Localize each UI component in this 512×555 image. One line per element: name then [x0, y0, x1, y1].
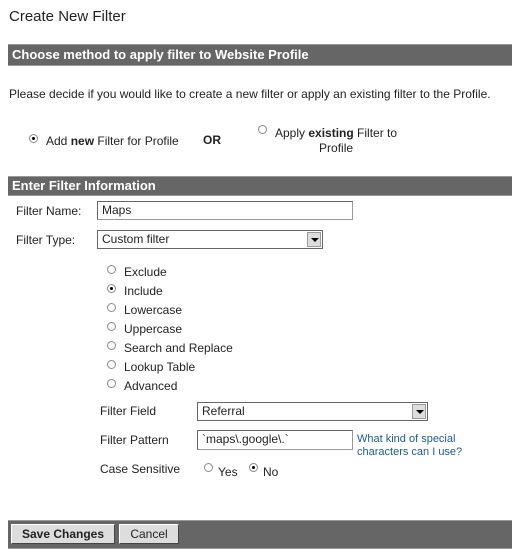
filter-type-option-label: Uppercase	[124, 322, 183, 336]
radio-filter-type[interactable]	[107, 360, 116, 369]
filter-type-select[interactable]: Custom filter	[97, 230, 323, 249]
apply-existing-label: Apply existing Filter to Profile	[275, 126, 398, 155]
filter-pattern-label: Filter Pattern	[100, 433, 169, 447]
filter-name-input[interactable]: Maps	[97, 201, 353, 220]
case-yes-label: Yes	[218, 465, 238, 479]
cancel-button[interactable]: Cancel	[119, 524, 179, 544]
case-sensitive-label: Case Sensitive	[100, 462, 181, 476]
save-changes-button[interactable]: Save Changes	[11, 524, 115, 544]
filter-type-option-label: Include	[124, 284, 163, 298]
chevron-down-icon[interactable]	[307, 232, 321, 247]
filter-field-select[interactable]: Referral	[197, 402, 428, 421]
chevron-down-icon[interactable]	[412, 404, 426, 419]
filter-field-value: Referral	[202, 404, 245, 418]
filter-type-value: Custom filter	[102, 232, 170, 246]
radio-filter-type[interactable]	[107, 322, 116, 331]
filter-type-option-label: Exclude	[124, 265, 167, 279]
section-header-filter-info: Enter Filter Information	[8, 176, 512, 196]
filter-field-label: Filter Field	[100, 404, 157, 418]
filter-pattern-input[interactable]: `maps\.google\.`	[197, 430, 353, 450]
add-new-label: Add new Filter for Profile	[46, 134, 179, 148]
filter-type-label: Filter Type:	[16, 233, 76, 247]
radio-filter-type[interactable]	[107, 284, 116, 293]
radio-filter-type[interactable]	[107, 303, 116, 312]
filter-name-label: Filter Name:	[16, 204, 82, 218]
or-label: OR	[203, 133, 221, 147]
radio-apply-existing[interactable]	[258, 125, 267, 134]
radio-add-new[interactable]	[29, 134, 38, 143]
section-header-method: Choose method to apply filter to Website…	[8, 44, 512, 66]
method-description: Please decide if you would like to creat…	[9, 87, 491, 101]
radio-filter-type[interactable]	[107, 341, 116, 350]
radio-case-no[interactable]	[249, 463, 258, 472]
special-characters-help-link[interactable]: What kind of special characters can I us…	[357, 433, 507, 459]
radio-filter-type[interactable]	[107, 379, 116, 388]
filter-type-option-label: Advanced	[124, 379, 178, 393]
filter-type-option-label: Lookup Table	[124, 360, 196, 374]
case-no-label: No	[263, 465, 279, 479]
filter-type-option-label: Search and Replace	[124, 341, 233, 355]
radio-filter-type[interactable]	[107, 265, 116, 274]
filter-type-option-label: Lowercase	[124, 303, 183, 317]
page-title: Create New Filter	[9, 8, 126, 25]
radio-case-yes[interactable]	[204, 463, 213, 472]
